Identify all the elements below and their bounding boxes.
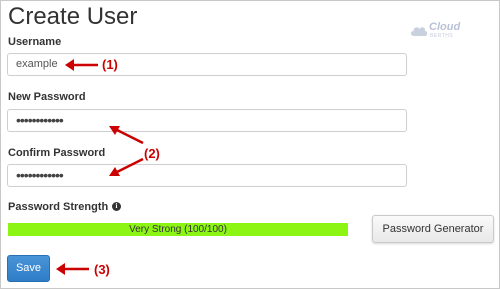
save-button[interactable]: Save <box>7 255 50 282</box>
arrow-up-left-icon <box>109 126 144 145</box>
password-strength-text: Very Strong (100/100) <box>129 224 227 235</box>
cloud-icon <box>410 27 428 36</box>
info-icon[interactable]: i <box>112 202 121 211</box>
username-label: Username <box>8 36 62 48</box>
brand-tagline: BERTHS <box>430 33 454 39</box>
brand-name: Cloud <box>429 21 461 33</box>
annotation-1: (1) <box>102 57 118 72</box>
brand-logo: Cloud BERTHS <box>409 21 471 44</box>
annotation-2: (2) <box>144 146 160 161</box>
new-password-label: New Password <box>8 91 86 103</box>
password-strength-bar: Very Strong (100/100) <box>8 223 348 236</box>
create-user-panel: Create User Cloud BERTHS Username exampl… <box>0 0 500 289</box>
password-generator-button[interactable]: Password Generator <box>372 215 494 243</box>
arrow-left-icon <box>65 59 98 71</box>
page-title: Create User <box>8 3 138 30</box>
annotation-3: (3) <box>94 262 110 277</box>
new-password-input[interactable]: •••••••••••• <box>7 109 407 132</box>
confirm-password-label: Confirm Password <box>8 147 106 159</box>
confirm-password-input[interactable]: •••••••••••• <box>7 164 407 187</box>
password-strength-label: Password Strength <box>8 201 109 213</box>
arrow-down-left-icon <box>109 157 144 176</box>
arrow-left-icon <box>56 263 89 275</box>
